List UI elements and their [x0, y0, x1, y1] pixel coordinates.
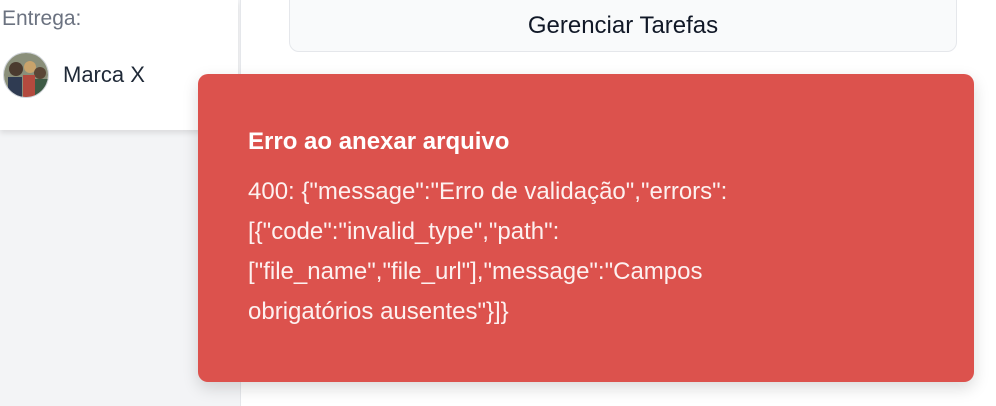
brand-avatar-icon	[3, 52, 49, 98]
brand-option[interactable]: Marca X	[3, 52, 145, 98]
toast-message: 400: {"message":"Erro de validação","err…	[248, 178, 728, 325]
toast-title: Erro ao anexar arquivo	[248, 128, 510, 155]
app-page: Entrega: Marca X Gerenciar Tarefas Erro …	[0, 0, 996, 406]
brand-name: Marca X	[63, 62, 145, 87]
delivery-label: Entrega:	[2, 7, 82, 30]
error-toast[interactable]: Erro ao anexar arquivo 400: {"message":"…	[198, 74, 974, 382]
manage-tasks-button[interactable]: Gerenciar Tarefas	[289, 0, 957, 52]
